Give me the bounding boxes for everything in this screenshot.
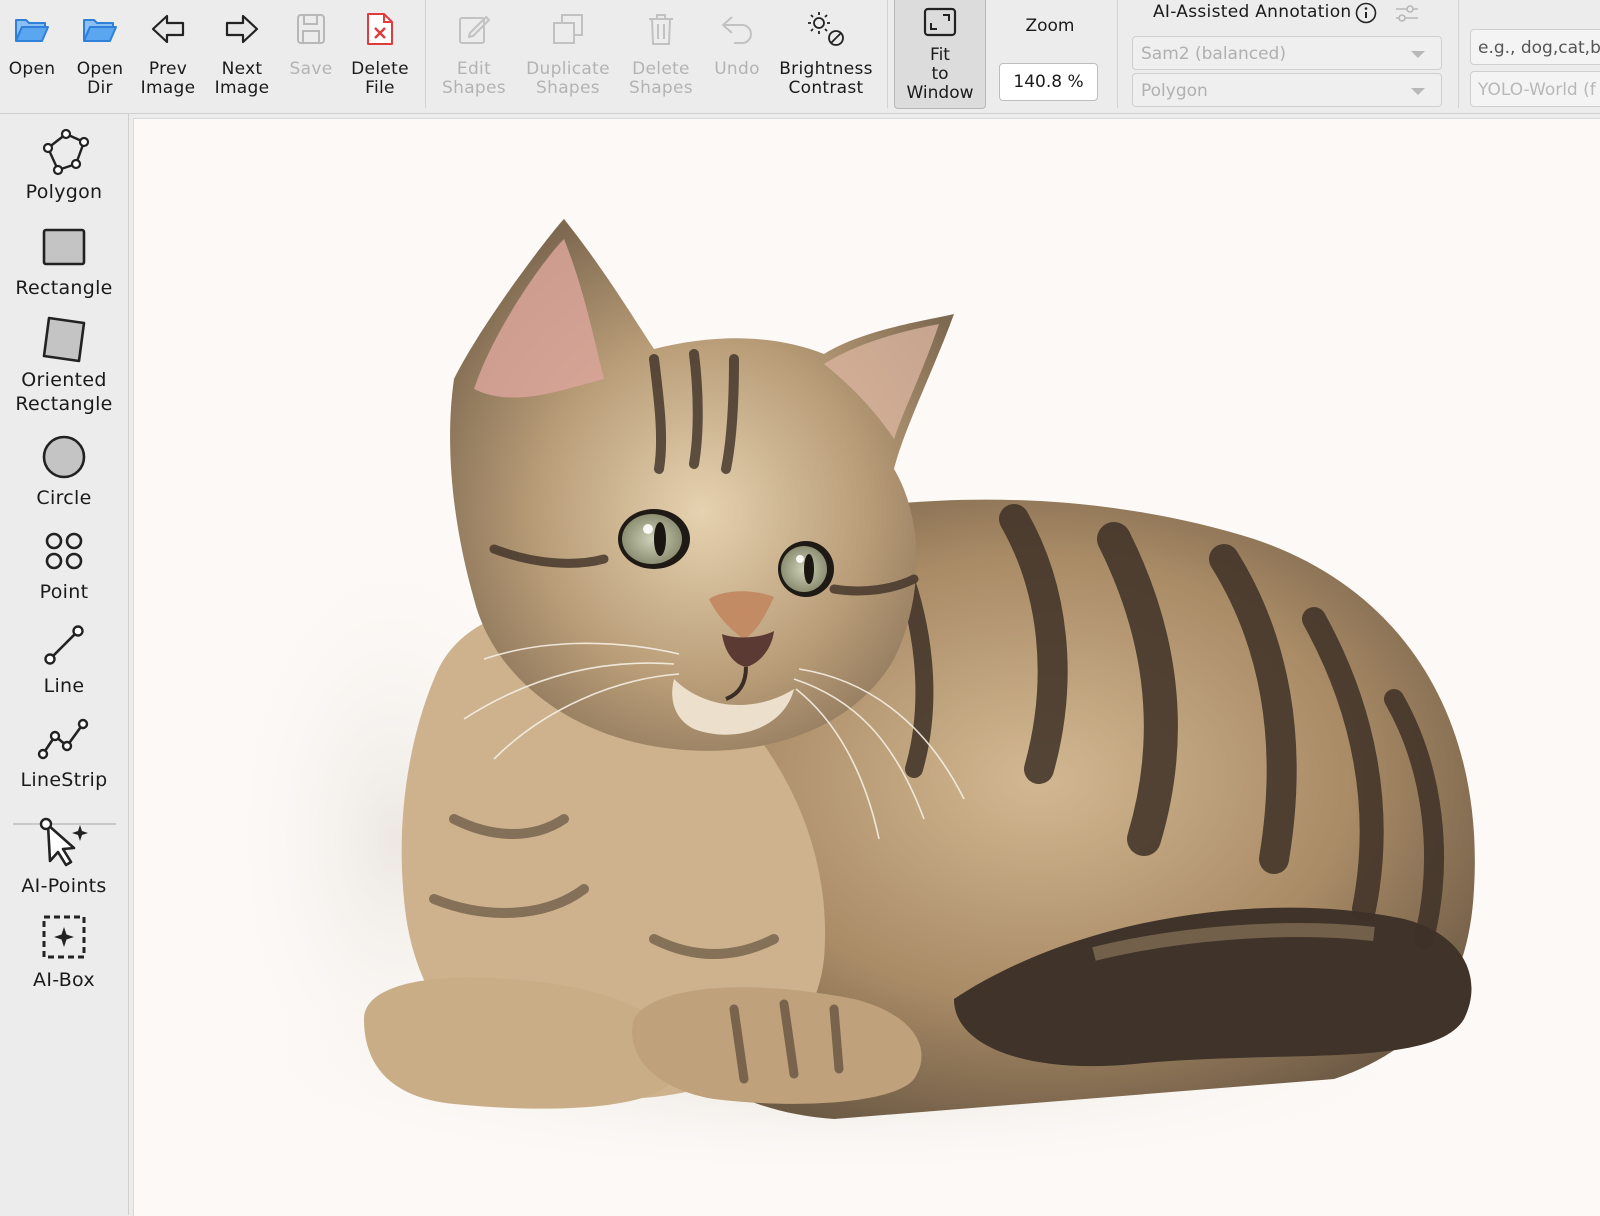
toolbar-separator — [1117, 0, 1118, 108]
toolbar-separator — [425, 0, 426, 108]
tool-line-label: Line — [43, 675, 85, 697]
toolbar-separator — [887, 0, 888, 108]
folder-icon — [82, 8, 118, 50]
save-button[interactable]: Save — [288, 0, 334, 108]
annotation-canvas[interactable] — [129, 114, 1600, 1216]
duplicate-shapes-label: Duplicate Shapes — [526, 59, 610, 98]
open-button[interactable]: Open — [6, 0, 58, 108]
chevron-down-icon — [1411, 51, 1425, 58]
tool-oriented-rectangle-label: Oriented Rectangle — [15, 369, 113, 415]
ai-prompt-input[interactable]: e.g., dog,cat,bi — [1470, 29, 1600, 65]
edit-shapes-label: Edit Shapes — [442, 59, 506, 98]
brightness-icon — [806, 8, 846, 50]
polygon-icon — [38, 126, 90, 176]
tool-polygon[interactable]: Polygon — [0, 126, 128, 204]
info-icon[interactable] — [1355, 2, 1377, 28]
ai-points-icon — [38, 816, 90, 870]
arrow-left-icon — [151, 8, 185, 50]
folder-open-icon — [14, 8, 50, 50]
circle-icon — [40, 432, 88, 482]
arrow-right-icon — [225, 8, 259, 50]
open-dir-label: Open Dir — [76, 59, 124, 98]
duplicate-shapes-button[interactable]: Duplicate Shapes — [526, 0, 610, 108]
brightness-contrast-label: Brightness Contrast — [779, 59, 873, 98]
undo-label: Undo — [714, 59, 760, 79]
point-icon — [42, 526, 86, 576]
ai-output-select[interactable]: Polygon — [1132, 73, 1442, 107]
settings-sliders-icon[interactable] — [1393, 3, 1421, 29]
save-label: Save — [289, 59, 333, 79]
open-dir-button[interactable]: Open Dir — [72, 0, 128, 108]
ai-box-icon — [40, 910, 88, 964]
edit-shapes-button[interactable]: Edit Shapes — [442, 0, 506, 108]
tool-circle[interactable]: Circle — [0, 432, 128, 510]
open-label: Open — [8, 59, 56, 79]
zoom-label: Zoom — [1025, 16, 1075, 36]
tool-point-label: Point — [39, 581, 89, 603]
kitten-image — [133, 118, 1600, 1216]
undo-icon — [720, 8, 754, 50]
tools-panel: Polygon Rectangle Oriented Rectangle Cir… — [0, 114, 129, 1215]
tool-ai-box-label: AI-Box — [33, 969, 95, 991]
prev-image-label: Prev Image — [140, 59, 196, 98]
toolbar-separator — [1458, 0, 1459, 108]
tool-point[interactable]: Point — [0, 526, 128, 604]
undo-button[interactable]: Undo — [712, 0, 762, 108]
delete-file-label: Delete File — [351, 59, 409, 98]
tool-ai-points[interactable]: AI-Points — [0, 816, 128, 898]
delete-shapes-button[interactable]: Delete Shapes — [628, 0, 694, 108]
ai-annotation-title: AI-Assisted Annotation — [1153, 2, 1352, 22]
tool-ai-box[interactable]: AI-Box — [0, 910, 128, 992]
tool-oriented-rectangle[interactable]: Oriented Rectangle — [0, 314, 128, 416]
rectangle-icon — [41, 222, 87, 272]
tool-ai-points-label: AI-Points — [21, 875, 107, 897]
tool-circle-label: Circle — [36, 487, 92, 509]
trash-icon — [647, 8, 675, 50]
edit-icon — [458, 8, 490, 50]
fit-to-window-button[interactable]: Fit to Window — [894, 0, 986, 109]
linestrip-icon — [37, 714, 91, 764]
delete-file-button[interactable]: Delete File — [348, 0, 412, 108]
line-icon — [41, 620, 87, 670]
prev-image-button[interactable]: Prev Image — [138, 0, 198, 108]
ai-detector-select[interactable]: YOLO-World (f — [1470, 71, 1600, 107]
ai-output-value: Polygon — [1141, 81, 1208, 101]
tool-linestrip-label: LineStrip — [20, 769, 108, 791]
brightness-contrast-button[interactable]: Brightness Contrast — [778, 0, 874, 108]
next-image-label: Next Image — [214, 59, 270, 98]
fit-to-window-label: Fit to Window — [906, 45, 974, 103]
tool-rectangle-label: Rectangle — [15, 277, 113, 299]
chevron-down-icon — [1411, 88, 1425, 95]
ai-model-select[interactable]: Sam2 (balanced) — [1132, 36, 1442, 70]
tool-rectangle[interactable]: Rectangle — [0, 222, 128, 300]
oriented-rectangle-icon — [40, 314, 88, 364]
tool-polygon-label: Polygon — [25, 181, 103, 203]
ai-model-value: Sam2 (balanced) — [1141, 44, 1286, 64]
duplicate-icon — [552, 8, 584, 50]
next-image-button[interactable]: Next Image — [212, 0, 272, 108]
file-delete-icon — [366, 8, 394, 50]
tool-line[interactable]: Line — [0, 620, 128, 698]
floppy-icon — [296, 8, 326, 50]
fit-window-icon — [923, 4, 957, 40]
main-toolbar: Open Open Dir Prev Image Next Image Save… — [0, 0, 1600, 114]
delete-shapes-label: Delete Shapes — [629, 59, 693, 98]
tool-linestrip[interactable]: LineStrip — [0, 714, 128, 792]
zoom-spinbox[interactable]: 140.8 % — [999, 63, 1098, 101]
